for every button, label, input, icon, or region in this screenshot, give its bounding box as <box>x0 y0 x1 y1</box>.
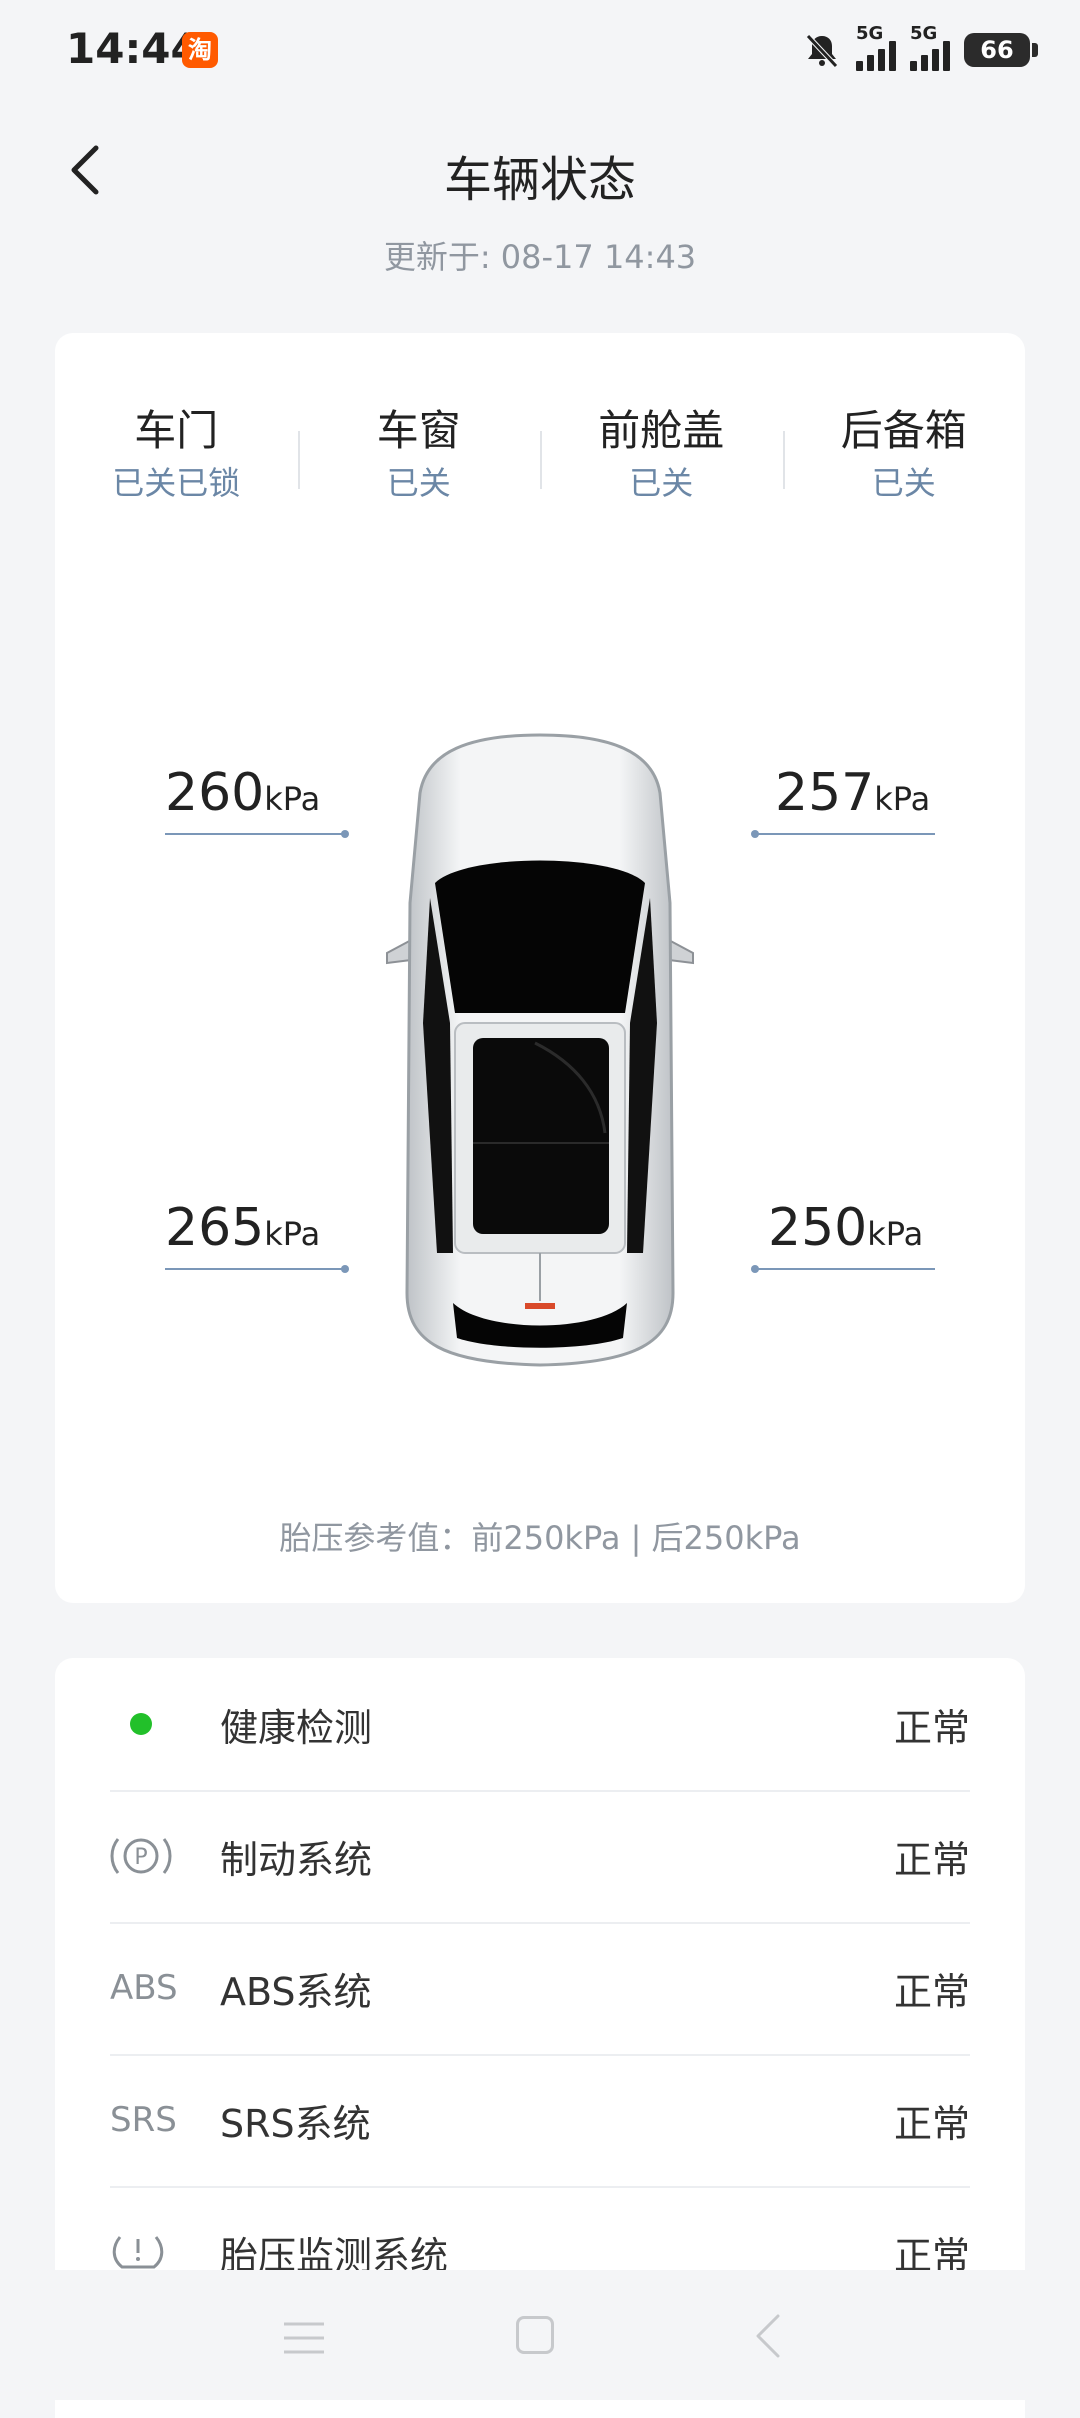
status-bar: 14:44 淘 5G 5G 66 <box>0 0 1080 100</box>
tire-rear-left: 265kPa <box>165 1198 349 1273</box>
system-nav-bar <box>0 2270 1080 2400</box>
tire-pressure-reference: 胎压参考值：前250kPa | 后250kPa <box>279 1519 801 1557</box>
svg-text:P: P <box>134 1845 147 1870</box>
vehicle-status-card: 车门 已关已锁 车窗 已关 前舱盖 已关 后备箱 已关 260kPa 257kP… <box>55 333 1025 1603</box>
bell-muted-icon <box>806 34 838 68</box>
car-diagram: 260kPa 257kPa 265kPa 250kPa <box>55 733 1025 1393</box>
signal-icon-2: 5G <box>910 23 950 71</box>
health-row-brake[interactable]: P 制动系统 正常 <box>110 1790 970 1924</box>
tire-front-left: 260kPa <box>165 763 349 838</box>
tire-front-right: 257kPa <box>751 763 935 838</box>
status-hood[interactable]: 前舱盖 已关 <box>540 403 783 507</box>
battery-icon: 66 <box>964 33 1038 67</box>
car-top-view-image <box>386 733 694 1367</box>
status-icons: 5G 5G 66 <box>802 23 1038 74</box>
home-icon[interactable] <box>516 2316 554 2354</box>
taobao-app-icon: 淘 <box>182 32 218 68</box>
status-trunk[interactable]: 后备箱 已关 <box>782 403 1026 507</box>
parking-brake-icon: P <box>110 1838 172 1874</box>
health-row-abs[interactable]: ABS ABS系统 正常 <box>110 1922 970 2056</box>
status-ok-dot-icon <box>130 1713 152 1735</box>
health-row-srs[interactable]: SRS SRS系统 正常 <box>110 2054 970 2188</box>
nav-back-icon[interactable] <box>748 2312 788 2360</box>
status-door[interactable]: 车门 已关已锁 <box>55 403 298 507</box>
health-row-check[interactable]: 健康检测 正常 <box>110 1658 970 1792</box>
tire-rear-right: 250kPa <box>751 1198 935 1273</box>
status-window[interactable]: 车窗 已关 <box>297 403 541 507</box>
status-grid: 车门 已关已锁 车窗 已关 前舱盖 已关 后备箱 已关 <box>55 403 1025 507</box>
page-title: 车辆状态 <box>443 152 636 208</box>
menu-icon[interactable] <box>282 2320 326 2356</box>
srs-icon: SRS <box>110 2100 177 2140</box>
update-time: 更新于: 08-17 14:43 <box>383 238 697 276</box>
signal-icon: 5G <box>856 23 896 71</box>
abs-icon: ABS <box>110 1968 178 2008</box>
status-time: 14:44 <box>66 24 200 73</box>
